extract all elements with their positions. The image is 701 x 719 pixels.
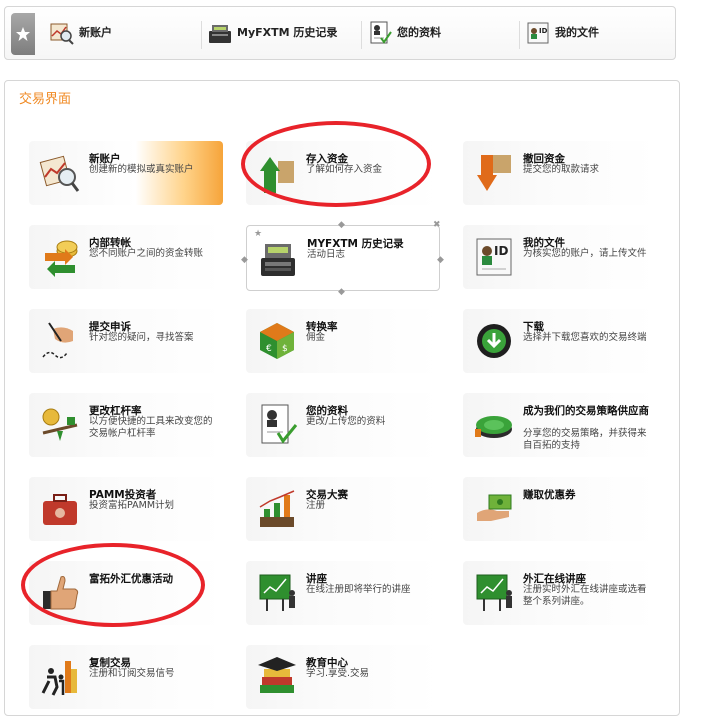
highlight-circle-promotions [21, 543, 205, 627]
quick-item-new-account[interactable]: 新账户 [49, 21, 112, 49]
tile-description: 学习.享受.交易 [306, 668, 370, 679]
tile-description: 针对您的疑问，寻找答案 [89, 332, 194, 343]
tile-submit-complaint[interactable]: 提交申诉 针对您的疑问，寻找答案 [29, 309, 223, 373]
tile-description: 您不同账户之间的资金转账 [89, 248, 204, 259]
panel-title: 交易界面 [19, 92, 72, 107]
move-up-control[interactable]: ◆ [338, 220, 345, 230]
tile-education-center[interactable]: 教育中心 学习.享受.交易 [246, 645, 440, 709]
trading-interface-panel: 交易界面 新账户 创建新的模拟或真实账户 存入资金 了解如何存入资金 撤回资金 … [4, 80, 680, 716]
tile-withdraw[interactable]: 撤回资金 提交您的取款请求 [463, 141, 657, 205]
contest-chart-icon [259, 490, 295, 527]
id-card-icon: ID [527, 22, 549, 44]
magnifier-chart-icon [39, 155, 80, 192]
transfer-arrows-icon [45, 240, 78, 277]
hand-pen-icon [42, 322, 73, 359]
tile-your-profile[interactable]: 您的资料 更改/上传您的资料 [246, 393, 440, 457]
tile-description: 注册和订阅交易信号 [89, 668, 175, 679]
briefcase-icon [43, 494, 77, 525]
highlight-circle-deposit [241, 121, 431, 207]
currency-cube-icon: € $ [260, 323, 294, 359]
tile-strategy-provider[interactable]: 成为我们的交易策略供应商 分享您的交易策略，并获得来自百拓的支持 [463, 393, 657, 457]
pin-icon[interactable]: ★ [254, 229, 262, 239]
download-icon [477, 324, 511, 358]
tile-description: 创建新的模拟或真实账户 [89, 164, 194, 175]
tile-earn-coupons[interactable]: 赚取优惠券 [463, 477, 657, 541]
svg-text:ID: ID [539, 27, 548, 35]
close-icon[interactable]: ✖ [433, 220, 441, 230]
quick-item-label: MyFXTM 历史记录 [237, 26, 338, 39]
tile-description: 投资富拓PAMM计划 [89, 500, 175, 511]
tile-description: 更改/上传您的资料 [306, 416, 386, 427]
tile-trading-contest[interactable]: 交易大赛 注册 [246, 477, 440, 541]
move-down-control[interactable]: ◆ [338, 287, 345, 297]
divider [361, 21, 362, 49]
tile-title: 成为我们的交易策略供应商 [523, 405, 649, 417]
svg-text:€: € [266, 344, 272, 354]
tile-myfxtm-history[interactable]: MYFXTM 历史记录 活动日志 [246, 225, 440, 291]
withdraw-arrow-icon [477, 155, 511, 191]
quick-item-my-files[interactable]: ID 我的文件 [525, 21, 599, 49]
tile-copy-trading[interactable]: 复制交易 注册和订阅交易信号 [29, 645, 223, 709]
profile-document-icon [261, 404, 298, 444]
lever-coin-icon [42, 408, 78, 441]
tile-description: 在线注册即将举行的讲座 [306, 584, 411, 595]
webinar-board-icon [476, 574, 512, 611]
quick-item-label: 您的资料 [397, 26, 441, 39]
quick-item-profile[interactable]: 您的资料 [367, 21, 441, 49]
move-left-control[interactable]: ◆ [241, 255, 248, 265]
tile-description: 注册 [306, 500, 326, 511]
move-right-control[interactable]: ◆ [437, 255, 444, 265]
cash-register-icon [209, 25, 231, 43]
tile-description: 分享您的交易策略，并获得来自百拓的支持 [523, 428, 647, 451]
quick-item-history[interactable]: MyFXTM 历史记录 [207, 21, 337, 49]
tile-description: 提交您的取款请求 [523, 164, 600, 175]
star-icon [16, 27, 30, 41]
tile-conversion-rate[interactable]: € $ 转换率 佣金 [246, 309, 440, 373]
magnifier-chart-icon [50, 23, 74, 45]
seminar-board-icon [259, 574, 295, 611]
tile-download[interactable]: 下载 选择并下载您喜欢的交易终端 [463, 309, 657, 373]
tile-description: 为核实您的账户，请上传文件 [523, 248, 647, 259]
profile-document-icon [370, 21, 392, 44]
divider [519, 21, 520, 49]
tile-description: 注册实时外汇在线讲座或选看整个系列讲座。 [523, 584, 647, 607]
cash-register-icon [261, 244, 295, 276]
tile-pamm-investor[interactable]: PAMM投资者 投资富拓PAMM计划 [29, 477, 223, 541]
quick-item-label: 我的文件 [555, 26, 599, 39]
favorites-tab[interactable] [11, 13, 35, 55]
tile-description: 活动日志 [307, 249, 346, 260]
tile-internal-transfer[interactable]: 内部转帐 您不同账户之间的资金转账 [29, 225, 223, 289]
tile-my-files[interactable]: ID 我的文件 为核实您的账户，请上传文件 [463, 225, 657, 289]
tile-title: 赚取优惠券 [523, 489, 576, 501]
tile-description: 选择并下载您喜欢的交易终端 [523, 332, 647, 343]
tile-seminars[interactable]: 讲座 在线注册即将举行的讲座 [246, 561, 440, 625]
svg-text:ID: ID [494, 244, 508, 258]
tile-description: 佣金 [306, 332, 326, 343]
svg-text:$: $ [282, 344, 288, 354]
tile-description: 以方便快捷的工具来改变您的交易帐户杠杆率 [89, 416, 213, 439]
id-card-icon: ID [476, 238, 512, 276]
strategy-disc-icon [475, 416, 512, 438]
quick-item-label: 新账户 [79, 26, 112, 39]
hand-money-icon [477, 494, 512, 521]
tile-change-leverage[interactable]: 更改杠杆率 以方便快捷的工具来改变您的交易帐户杠杆率 [29, 393, 223, 457]
tile-webinars[interactable]: 外汇在线讲座 注册实时外汇在线讲座或选看整个系列讲座。 [463, 561, 657, 625]
tile-new-account[interactable]: 新账户 创建新的模拟或真实账户 [29, 141, 223, 205]
divider [201, 21, 202, 49]
copy-trade-icon [41, 661, 77, 696]
quick-access-bar: 新账户 MyFXTM 历史记录 您的资料 ID 我的文件 [4, 6, 676, 60]
books-icon [258, 657, 296, 693]
